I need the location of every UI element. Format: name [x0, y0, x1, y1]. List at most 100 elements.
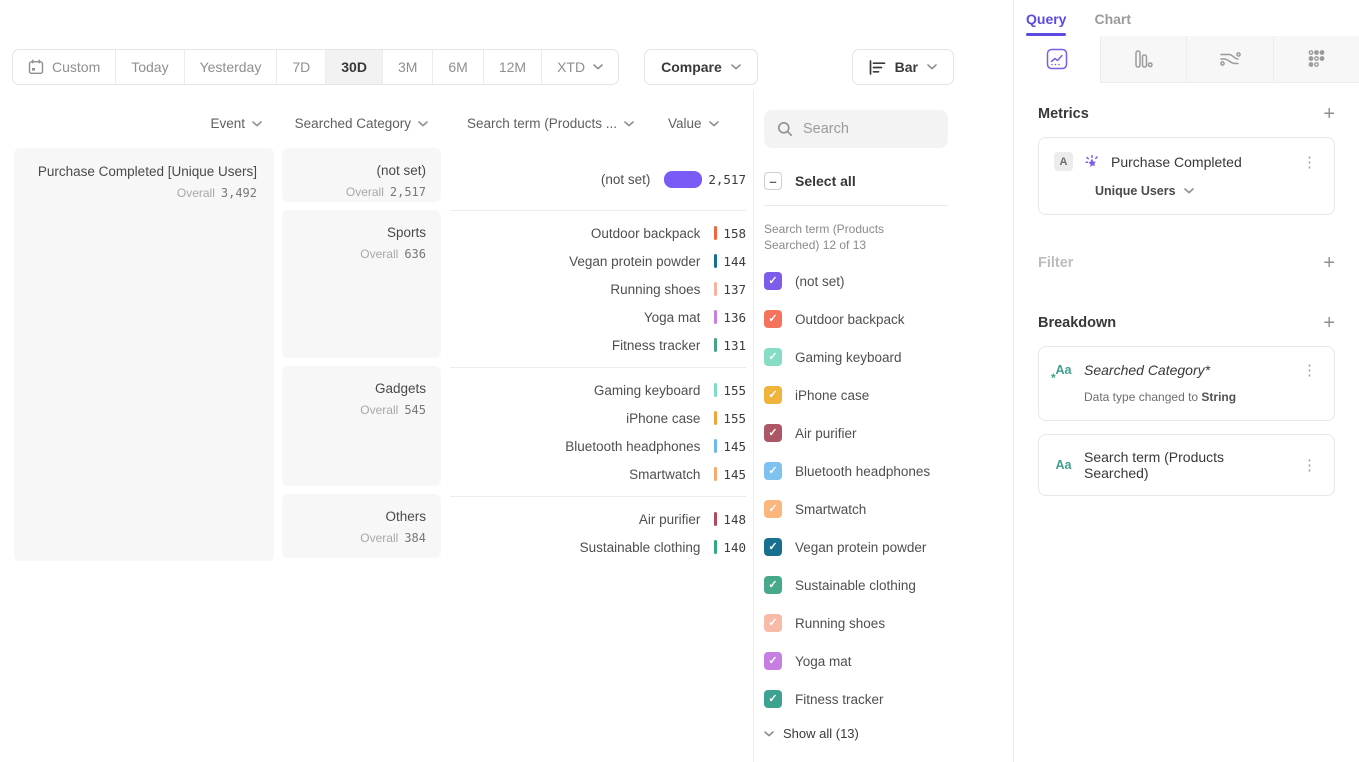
series-checkbox-row[interactable]: ✓ Bluetooth headphones — [764, 452, 1013, 490]
column-header-search-term[interactable]: Search term (Products ... — [450, 116, 634, 131]
chart-type-dropdown[interactable]: Bar — [852, 49, 954, 85]
term-row[interactable]: (not set)2,517 — [450, 156, 746, 202]
value-text: 144 — [723, 254, 746, 269]
term-row[interactable]: Sustainable clothing140 — [450, 533, 746, 561]
term-row[interactable]: Outdoor backpack158 — [450, 219, 746, 247]
breakdown-menu-icon[interactable]: ⋮ — [1300, 456, 1319, 474]
breakdown-card[interactable]: Aa Search term (Products Searched) ⋮ — [1038, 434, 1335, 496]
value-text: 155 — [723, 383, 746, 398]
value-bar — [714, 540, 717, 554]
metric-card[interactable]: A Purchase Completed ⋮ Unique Users — [1038, 137, 1335, 215]
term-label: Fitness tracker — [450, 338, 714, 353]
add-filter-button[interactable]: + — [1323, 253, 1335, 273]
breakdown-note: Data type changed to String — [1084, 390, 1319, 404]
series-checkbox-row[interactable]: ✓Fitness tracker — [764, 680, 1013, 718]
add-metric-button[interactable]: + — [1323, 104, 1335, 124]
term-row[interactable]: Air purifier148 — [450, 505, 746, 533]
checkbox-checked[interactable]: ✓ — [764, 652, 782, 670]
date-range-30d[interactable]: 30D — [325, 50, 382, 84]
category-cell[interactable]: SportsOverall636 — [282, 210, 441, 358]
series-checkbox-row[interactable]: ✓ Sustainable clothing — [764, 566, 1013, 604]
category-column: (not set)Overall2,517 SportsOverall636Gad… — [282, 148, 441, 566]
series-checkbox-row[interactable]: ✓Vegan protein powder — [764, 528, 1013, 566]
term-row[interactable]: iPhone case155 — [450, 404, 746, 432]
series-label: Yoga mat — [795, 654, 852, 669]
value-text: 155 — [723, 411, 746, 426]
series-checkbox-row[interactable]: ✓iPhone case — [764, 376, 1013, 414]
series-checkbox-list: ✓(not set)✓Outdoor backpack✓Gaming keybo… — [764, 262, 1013, 718]
category-cell[interactable]: OthersOverall384 — [282, 494, 441, 558]
term-row[interactable]: Fitness tracker131 — [450, 331, 746, 359]
value-text: 145 — [723, 439, 746, 454]
date-range-3m[interactable]: 3M — [382, 50, 432, 84]
string-property-icon: Aa — [1054, 363, 1073, 377]
checkbox-checked[interactable]: ✓ — [764, 462, 782, 480]
series-checkbox-row[interactable]: ✓Running shoes — [764, 604, 1013, 642]
series-label: Sustainable clothing — [795, 578, 916, 593]
column-header-searched-category[interactable]: Searched Category — [282, 116, 428, 131]
series-checkbox-row[interactable]: ✓(not set) — [764, 262, 1013, 300]
column-header-event[interactable]: Event — [14, 116, 262, 131]
string-property-icon: Aa — [1054, 458, 1073, 472]
chart-type-tab-line-chart[interactable] — [1014, 36, 1100, 83]
term-row[interactable]: Smartwatch145 — [450, 460, 746, 488]
select-all-row[interactable]: – Select all — [764, 172, 1013, 190]
checkbox-checked[interactable]: ✓ — [764, 690, 782, 708]
date-range-xtd[interactable]: XTD — [541, 50, 618, 84]
aggregation-dropdown[interactable]: Unique Users — [1095, 184, 1319, 198]
add-breakdown-button[interactable]: + — [1323, 313, 1335, 333]
value-bar — [714, 411, 717, 425]
panel-tabs: Query Chart — [1014, 0, 1359, 36]
checkbox-checked[interactable]: ✓ — [764, 614, 782, 632]
term-row[interactable]: Yoga mat136 — [450, 303, 746, 331]
checkbox-checked[interactable]: ✓ — [764, 576, 782, 594]
date-range-today[interactable]: Today — [115, 50, 183, 84]
term-row[interactable]: Running shoes137 — [450, 275, 746, 303]
checkbox-checked[interactable]: ✓ — [764, 386, 782, 404]
compare-button[interactable]: Compare — [644, 49, 758, 85]
term-row[interactable]: Gaming keyboard155 — [450, 376, 746, 404]
checkbox-checked[interactable]: ✓ — [764, 500, 782, 518]
chart-type-tab-scatter[interactable] — [1273, 36, 1359, 83]
show-all-button[interactable]: Show all (13) — [764, 726, 1013, 741]
checkbox-checked[interactable]: ✓ — [764, 348, 782, 366]
value-bar — [714, 512, 717, 526]
checkbox-checked[interactable]: ✓ — [764, 310, 782, 328]
category-cell[interactable]: (not set)Overall2,517 — [282, 148, 441, 202]
date-range-7d[interactable]: 7D — [276, 50, 325, 84]
value-bar — [714, 254, 717, 268]
breakdown-card[interactable]: Aa Searched Category* ⋮ Data type change… — [1038, 346, 1335, 421]
series-checkbox-row[interactable]: ✓Gaming keyboard — [764, 338, 1013, 376]
series-checkbox-row[interactable]: ✓Outdoor backpack — [764, 300, 1013, 338]
date-range-custom[interactable]: Custom — [13, 50, 115, 84]
breakdown-menu-icon[interactable]: ⋮ — [1300, 361, 1319, 379]
date-range-6m[interactable]: 6M — [432, 50, 482, 84]
chart-type-tab-flows[interactable] — [1186, 36, 1273, 83]
chart-type-tab-bar-chart[interactable] — [1100, 36, 1187, 83]
select-all-checkbox[interactable]: – — [764, 172, 782, 190]
checkbox-checked[interactable]: ✓ — [764, 424, 782, 442]
tab-query[interactable]: Query — [1026, 11, 1066, 36]
metric-menu-icon[interactable]: ⋮ — [1300, 153, 1319, 171]
category-cell[interactable]: GadgetsOverall545 — [282, 366, 441, 486]
search-box[interactable] — [764, 110, 948, 148]
series-label: Bluetooth headphones — [795, 464, 930, 479]
term-group: Air purifier148Sustainable clothing140 — [450, 496, 746, 569]
term-row[interactable]: Bluetooth headphones145 — [450, 432, 746, 460]
date-range-yesterday[interactable]: Yesterday — [184, 50, 277, 84]
series-checkbox-row[interactable]: ✓Air purifier — [764, 414, 1013, 452]
term-row[interactable]: Vegan protein powder144 — [450, 247, 746, 275]
value-bar — [714, 338, 717, 352]
search-input[interactable] — [803, 121, 933, 137]
series-checkbox-row[interactable]: ✓ Yoga mat — [764, 642, 1013, 680]
checkbox-checked[interactable]: ✓ — [764, 538, 782, 556]
event-cell[interactable]: Purchase Completed [Unique Users] Overal… — [14, 148, 274, 561]
date-range-12m[interactable]: 12M — [483, 50, 541, 84]
series-checkbox-row[interactable]: ✓ Smartwatch — [764, 490, 1013, 528]
term-label: Sustainable clothing — [450, 540, 714, 555]
checkbox-checked[interactable]: ✓ — [764, 272, 782, 290]
tab-chart[interactable]: Chart — [1094, 11, 1131, 36]
metrics-header: Metrics + — [1038, 104, 1335, 124]
series-label: Smartwatch — [795, 502, 866, 517]
column-header-value[interactable]: Value — [668, 116, 719, 131]
